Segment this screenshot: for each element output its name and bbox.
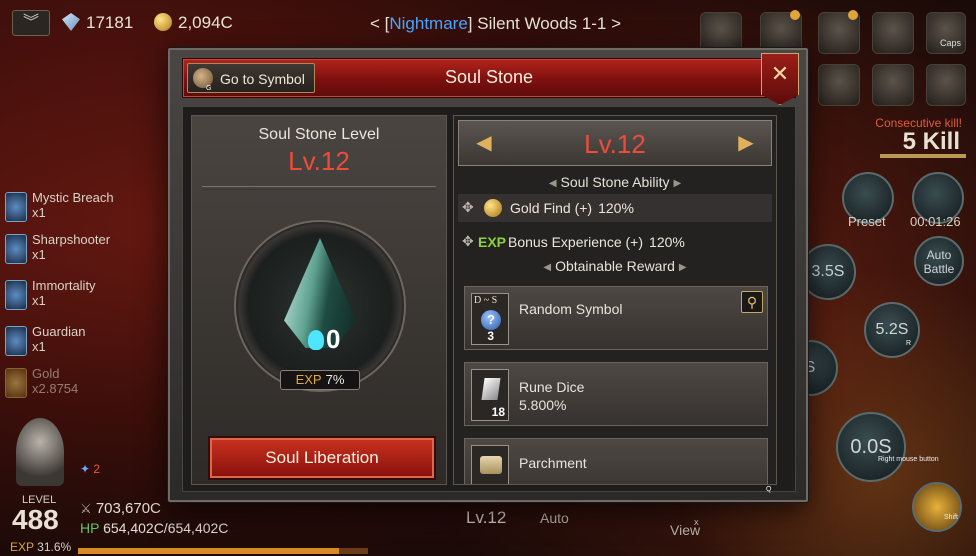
buff-immortality[interactable]: Immortality x1: [2, 276, 162, 316]
q-key-hint: Q: [766, 486, 772, 493]
soul-stone-exp: EXP 7%: [280, 370, 360, 390]
dialog-header: Soul Stone Go to Symbol G ✕: [182, 53, 799, 105]
dash-skill-button[interactable]: [912, 482, 962, 532]
reward-parchment[interactable]: Parchment: [464, 438, 768, 484]
calendar-icon[interactable]: [818, 64, 860, 106]
soul-stone-dialog: Soul Stone Go to Symbol G ✕ Soul Stone L…: [168, 48, 808, 502]
level-selector: ◀ Lv.12 ▶: [458, 120, 772, 166]
gold-counter: 2,094C: [154, 13, 233, 33]
notification-dot: [848, 10, 858, 20]
gold-coin-icon: [154, 13, 172, 31]
plus-icon: ✥: [462, 199, 474, 215]
auto-toggle[interactable]: Auto: [540, 510, 569, 526]
gold-coin-icon: [484, 199, 502, 217]
character-portrait[interactable]: [16, 418, 64, 486]
soul-stone-panel: Soul Stone Level Lv.12 0 EXP 7% Soul Libe…: [191, 115, 447, 485]
exp-icon: EXP: [478, 234, 507, 250]
magnifier-icon[interactable]: ⚲: [741, 291, 763, 313]
next-level-arrow-icon[interactable]: ▶: [733, 133, 759, 153]
question-mark-icon: ?: [481, 310, 501, 330]
soul-stone-display: 0 EXP 7%: [212, 206, 428, 416]
double-chevron-down-icon: ︾: [22, 14, 39, 31]
selected-level: Lv.12: [584, 129, 646, 159]
buff-mystic-breach[interactable]: Mystic Breach x1: [2, 188, 162, 228]
hp-bar-fill: [78, 548, 339, 554]
buff-sharpshooter[interactable]: Sharpshooter x1: [2, 230, 162, 270]
shift-key-hint: Shift: [944, 514, 959, 521]
hp-readout: HP 654,402C/654,402C: [80, 520, 229, 536]
g-key-hint: G: [206, 85, 212, 92]
crossed-swords-icon: ⚔: [80, 501, 92, 516]
r-key-hint: R: [906, 340, 912, 347]
ranking-icon[interactable]: [872, 64, 914, 106]
parchment-icon: [471, 445, 509, 484]
skill-slot-1[interactable]: 3.5S: [800, 244, 856, 300]
combo-bar: [880, 154, 966, 158]
ability-bonus-experience: ✥ EXP Bonus Experience (+) 120%: [462, 233, 685, 250]
mystic-breach-icon: [5, 192, 27, 222]
guardian-icon: [5, 326, 27, 356]
triangle-left-icon: ◀: [548, 178, 557, 189]
kill-count: 5 Kill: [902, 128, 960, 155]
buff-stack-count: 2: [93, 462, 101, 476]
basic-attack-button[interactable]: 0.0S: [836, 412, 906, 482]
soul-stone-level-label: Soul Stone Level: [258, 126, 380, 143]
stage-title[interactable]: < [Nightmare] Silent Woods 1-1 >: [370, 14, 621, 34]
preset-label: Preset: [848, 214, 886, 229]
codex-book-icon[interactable]: [872, 12, 914, 54]
go-to-symbol-button[interactable]: Go to Symbol G: [187, 63, 315, 93]
reward-section-title: ◀ Obtainable Reward ▶: [543, 258, 687, 274]
diamond-icon: [62, 13, 80, 31]
soul-stone-level: Lv.12: [288, 146, 350, 176]
ability-section-title: ◀ Soul Stone Ability ▶: [548, 174, 682, 190]
buff-gold[interactable]: Gold x2.8754: [2, 364, 162, 404]
character-level: 488: [12, 504, 59, 535]
x-key-hint: X: [694, 520, 699, 527]
triangle-right-icon: ▶: [678, 262, 687, 273]
shop-icon[interactable]: [926, 64, 966, 106]
buff-stack-indicator: ✦ 2: [80, 462, 100, 476]
crossed-swords-close-icon: ✕: [770, 61, 790, 86]
auto-battle-button[interactable]: Auto Battle: [914, 236, 964, 286]
collapse-menu-button[interactable]: ︾: [12, 10, 50, 36]
reward-rune-dice[interactable]: 18 Rune Dice 5.800%: [464, 362, 768, 426]
reward-random-symbol[interactable]: D ~ S ? 3 Random Symbol ⚲: [464, 286, 768, 350]
character-exp: EXP 31.6%: [10, 540, 72, 554]
immortality-icon: [5, 280, 27, 310]
right-mouse-hint: Right mouse button: [878, 456, 939, 463]
triangle-right-icon: ▶: [673, 178, 682, 189]
buff-stack-icon: ✦: [80, 462, 91, 476]
hp-bar: [78, 548, 368, 554]
triangle-left-icon: ◀: [543, 262, 552, 273]
sharpshooter-icon: [5, 234, 27, 264]
soul-shard-count: 0: [308, 324, 340, 355]
plus-icon: ✥: [462, 233, 474, 249]
soul-liberation-button[interactable]: Soul Liberation: [210, 438, 434, 478]
buff-guardian[interactable]: Guardian x1: [2, 322, 162, 362]
caps-key-hint: Caps: [940, 38, 962, 48]
timer: 00:01:26: [910, 214, 961, 229]
soul-shard-icon: [308, 330, 324, 350]
gold-buff-icon: [5, 368, 27, 398]
random-symbol-icon: D ~ S ? 3: [471, 293, 509, 345]
skill-slot-2[interactable]: 5.2S: [864, 302, 920, 358]
close-button[interactable]: ✕: [761, 53, 799, 105]
ornament-divider: [202, 186, 436, 190]
ability-gold-find: ✥ Gold Find (+) 120%: [458, 194, 772, 222]
rune-dice-icon: 18: [471, 369, 509, 421]
dialog-body: Soul Stone Level Lv.12 0 EXP 7% Soul Libe…: [182, 106, 796, 492]
soul-stone-info-panel: ◀ Lv.12 ▶ ◀ Soul Stone Ability ▶ ✥ Gold Fi…: [453, 115, 777, 485]
notification-dot: [790, 10, 800, 20]
gem-counter: 17181: [62, 13, 133, 33]
bottom-level: Lv.12: [466, 508, 507, 527]
combat-power: ⚔ 703,670C: [80, 500, 161, 517]
